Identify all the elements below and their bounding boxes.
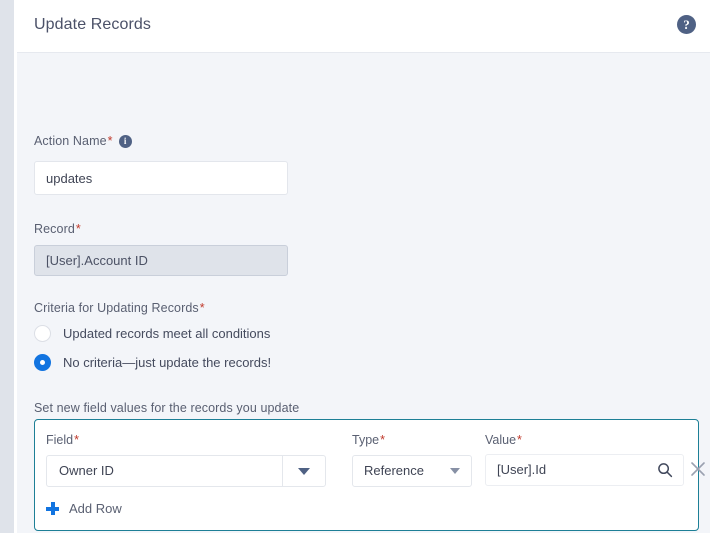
radio-indicator-unselected[interactable] (34, 325, 51, 342)
radio-option-label: No criteria—just update the records! (63, 355, 272, 370)
field-dropdown[interactable]: Owner ID (46, 455, 326, 487)
criteria-label: Criteria for Updating Records* (34, 301, 205, 315)
plus-icon (46, 502, 59, 515)
card-header: Update Records ? (17, 0, 710, 53)
required-asterisk: * (517, 433, 522, 447)
required-asterisk: * (380, 433, 385, 447)
left-rail-strip (0, 0, 14, 533)
field-values-panel: Field* Type* Value* Owner ID Reference [… (34, 419, 705, 531)
type-dropdown-value: Reference (364, 463, 424, 478)
radio-option-no-criteria[interactable]: No criteria—just update the records! (34, 354, 271, 371)
column-header-value: Value* (485, 433, 522, 447)
value-input-value: [User].Id (497, 462, 547, 477)
field-dropdown-value: Owner ID (59, 463, 114, 478)
chevron-down-icon[interactable] (450, 468, 460, 474)
record-label-text: Record (34, 222, 75, 236)
radio-option-all-conditions[interactable]: Updated records meet all conditions (34, 325, 270, 342)
add-row-label: Add Row (69, 501, 122, 516)
value-input-wrapper[interactable]: [User].Id (485, 454, 684, 486)
required-asterisk: * (74, 433, 79, 447)
card-body: Action Name*i Record* [User].Account ID … (17, 53, 710, 533)
action-name-label-text: Action Name (34, 134, 107, 148)
column-header-value-text: Value (485, 433, 517, 447)
update-records-card: Update Records ? Action Name*i Record* [… (17, 0, 710, 533)
set-values-section-label: Set new field values for the records you… (34, 401, 300, 415)
record-readonly-field: [User].Account ID (34, 245, 288, 276)
info-circle-icon[interactable]: i (118, 135, 132, 148)
criteria-label-text: Criteria for Updating Records (34, 301, 199, 315)
add-row-button[interactable]: Add Row (46, 501, 122, 516)
column-header-type-text: Type (352, 433, 380, 447)
column-header-field-text: Field (46, 433, 74, 447)
record-label: Record* (34, 222, 81, 236)
required-asterisk: * (199, 301, 205, 315)
radio-indicator-selected[interactable] (34, 354, 51, 371)
close-icon[interactable] (690, 461, 706, 477)
column-header-type: Type* (352, 433, 385, 447)
type-dropdown[interactable]: Reference (352, 455, 472, 487)
required-asterisk: * (75, 222, 81, 236)
chevron-down-icon[interactable] (298, 468, 310, 475)
action-name-label: Action Name* i (34, 134, 132, 148)
search-icon[interactable] (657, 462, 673, 478)
required-asterisk: * (107, 134, 113, 148)
page-title: Update Records (34, 16, 152, 33)
field-dropdown-divider (282, 456, 283, 486)
action-name-input[interactable] (34, 161, 288, 195)
radio-option-label: Updated records meet all conditions (63, 326, 271, 341)
help-circle-icon[interactable]: ? (677, 15, 696, 34)
column-header-field: Field* (46, 433, 79, 447)
app-screen: Update Records ? Action Name*i Record* [… (0, 0, 710, 533)
